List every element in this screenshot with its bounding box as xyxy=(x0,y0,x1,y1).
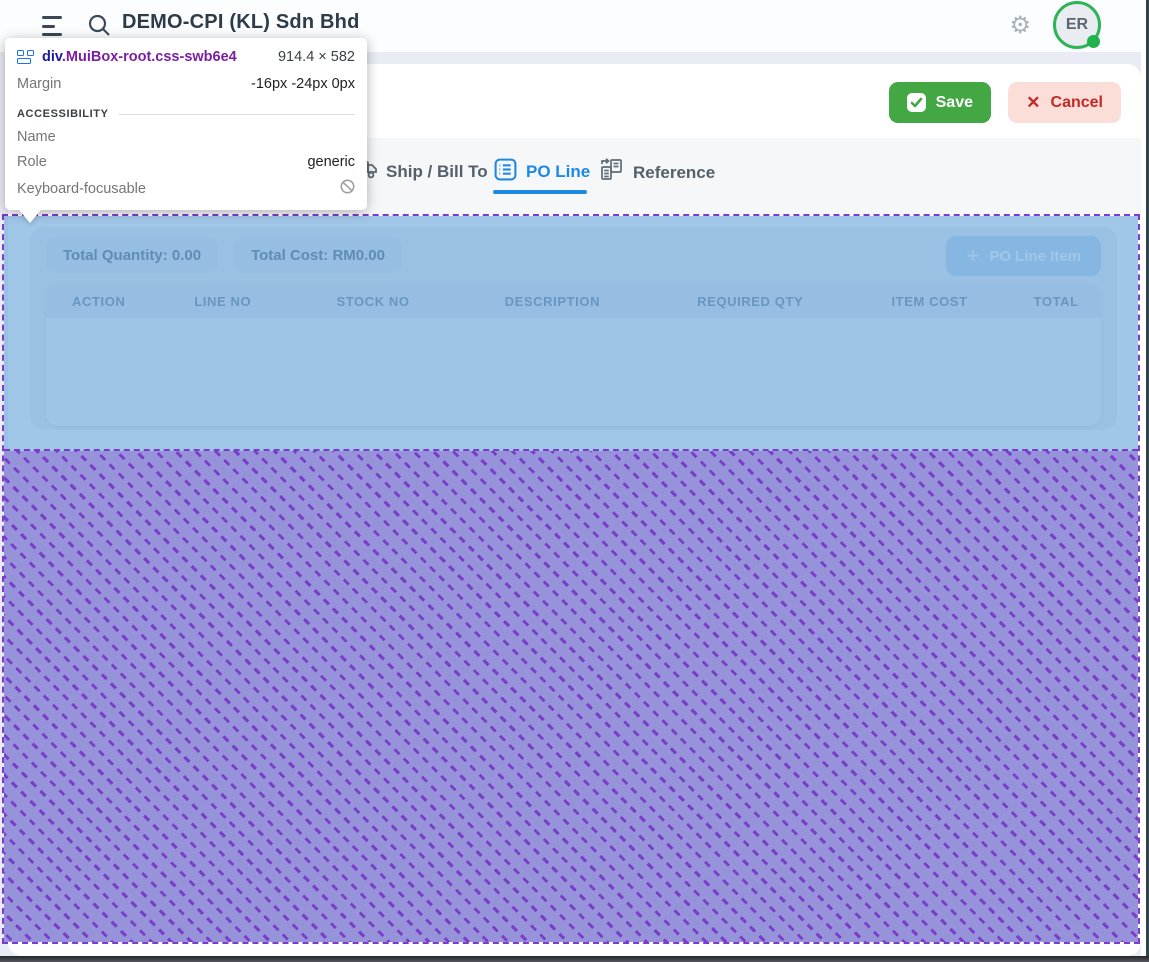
a11y-role-value: generic xyxy=(307,154,355,170)
total-quantity-badge: Total Quantity: 0.00 xyxy=(46,238,218,273)
company-title: DEMO-CPI (KL) Sdn Bhd xyxy=(122,11,360,34)
save-button[interactable]: Save xyxy=(889,82,991,123)
add-po-line-item-button[interactable]: + PO Line Item xyxy=(946,236,1101,276)
column-header-action: ACTION xyxy=(46,294,152,309)
menu-icon[interactable] xyxy=(42,16,64,36)
margin-label: Margin xyxy=(17,76,61,92)
avatar[interactable]: ER xyxy=(1053,1,1101,49)
online-status-dot xyxy=(1087,35,1100,48)
plus-icon: + xyxy=(966,245,979,267)
accessibility-header: ACCESSIBILITY xyxy=(17,108,109,120)
a11y-focusable-label: Keyboard-focusable xyxy=(17,181,146,197)
tab-label: Ship / Bill To xyxy=(386,162,488,182)
list-alt-icon xyxy=(493,157,518,187)
total-cost-badge: Total Cost: RM0.00 xyxy=(234,238,402,273)
tab-label: Reference xyxy=(633,163,715,183)
table-header-row: ACTION LINE NO STOCK NO DESCRIPTION REQU… xyxy=(46,284,1101,318)
avatar-initials: ER xyxy=(1066,16,1088,34)
reference-docs-icon xyxy=(598,157,625,188)
window-edge-bottom xyxy=(0,956,1149,962)
element-selector: div.MuiBox-root.css-swb6e4 xyxy=(42,49,237,65)
a11y-role-label: Role xyxy=(17,154,47,170)
tooltip-arrow xyxy=(19,210,41,223)
margin-value: -16px -24px 0px xyxy=(251,76,355,92)
po-line-table: ACTION LINE NO STOCK NO DESCRIPTION REQU… xyxy=(46,284,1101,426)
tab-ship-bill-to[interactable]: Ship / Bill To xyxy=(352,157,488,186)
tab-label: PO Line xyxy=(526,162,590,182)
element-dimensions: 914.4 × 582 xyxy=(278,49,355,65)
save-check-icon xyxy=(907,93,926,112)
tab-reference[interactable]: Reference xyxy=(598,157,715,188)
column-header-line-no: LINE NO xyxy=(152,294,294,309)
column-header-required-qty: REQUIRED QTY xyxy=(653,294,848,309)
column-header-description: DESCRIPTION xyxy=(452,294,652,309)
divider xyxy=(119,114,355,115)
tab-po-line[interactable]: PO Line xyxy=(493,157,590,187)
devtools-inspect-tooltip: div.MuiBox-root.css-swb6e4 914.4 × 582 M… xyxy=(5,38,367,210)
element-badge-icon xyxy=(17,50,34,64)
cancel-button[interactable]: ✕ Cancel xyxy=(1008,82,1121,123)
active-tab-underline xyxy=(493,190,587,194)
column-header-stock-no: STOCK NO xyxy=(294,294,452,309)
column-header-item-cost: ITEM COST xyxy=(848,294,1012,309)
gear-icon[interactable]: ⚙ xyxy=(1009,9,1031,43)
not-focusable-icon xyxy=(340,179,355,198)
a11y-name-label: Name xyxy=(17,129,56,145)
cancel-x-icon: ✕ xyxy=(1026,93,1040,113)
column-header-total: TOTAL xyxy=(1011,294,1101,309)
po-line-panel: Total Quantity: 0.00 Total Cost: RM0.00 … xyxy=(30,227,1117,430)
